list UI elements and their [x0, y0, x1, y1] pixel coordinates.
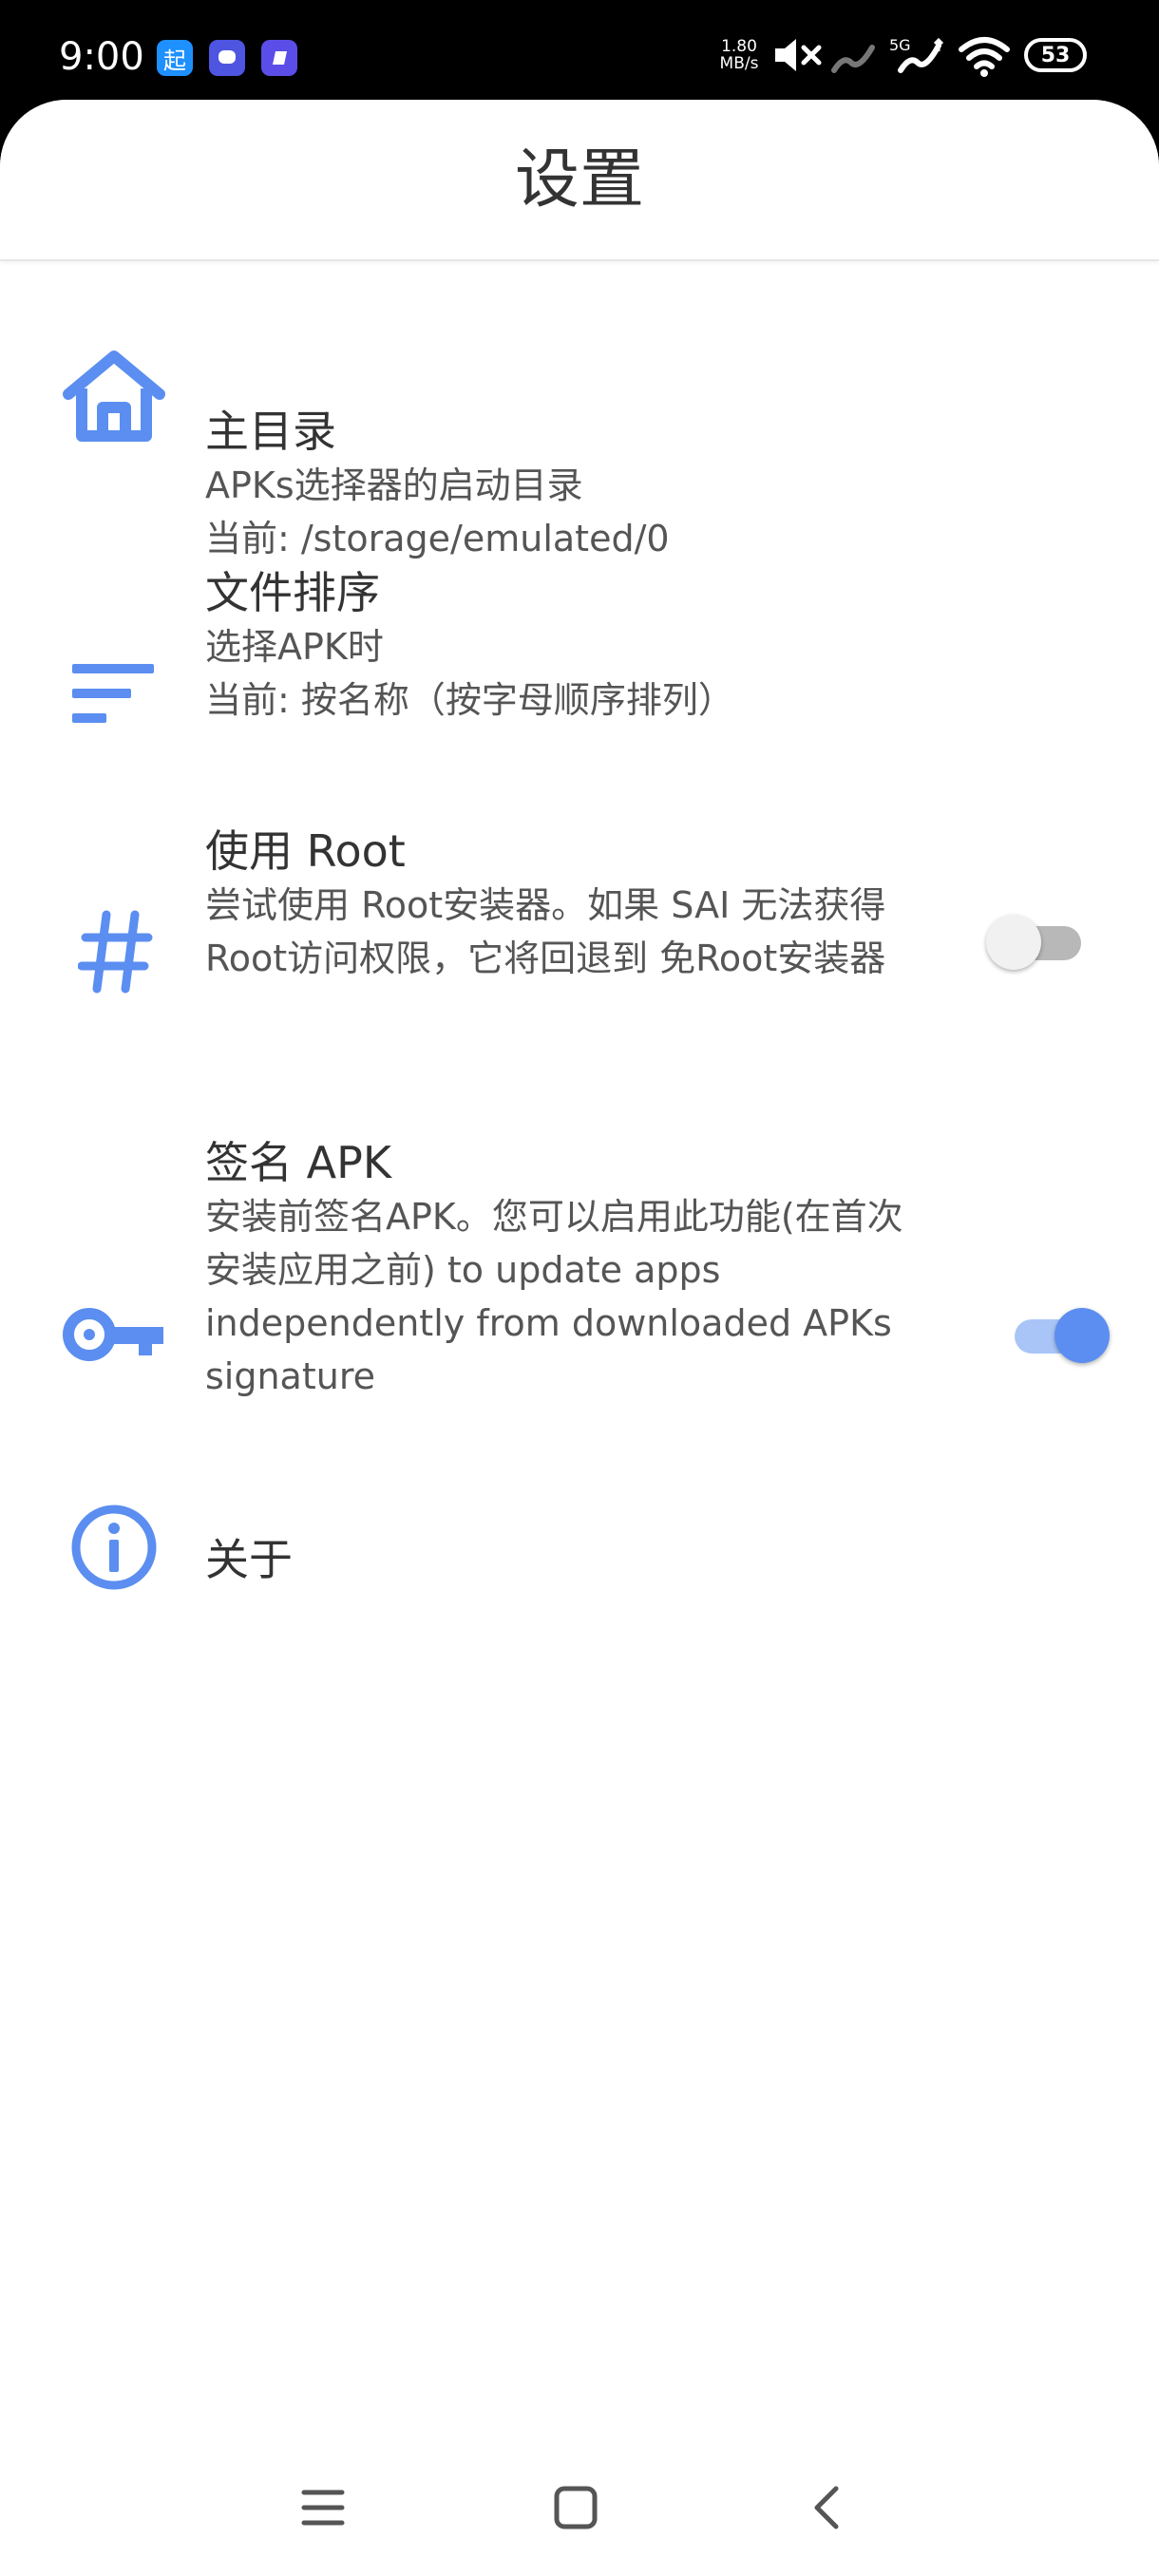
- app-bar: 设置: [0, 100, 1159, 261]
- pref-file-sort-labels: 文件排序 选择APK时 当前: 按名称（按字母顺序排列）: [205, 565, 937, 727]
- sign-apk-switch[interactable]: [1005, 1300, 1110, 1367]
- signal-icon: [898, 37, 944, 73]
- pref-file-sort-summary: 选择APK时 当前: 按名称（按字母顺序排列）: [205, 626, 734, 721]
- status-time: 9:00: [59, 35, 144, 79]
- phone-screen: 9:00 起 1.80 MB/s 5G 53 设置 主目录 APKs选择器的启动…: [0, 0, 1159, 2576]
- pref-about-title: 关于: [205, 1534, 293, 1585]
- pref-sign-apk-labels: 签名 APK 安装前签名APK。您可以启用此功能(在首次安装应用之前) to u…: [205, 1135, 937, 1403]
- signal-weak-icon: [831, 45, 875, 73]
- pref-use-root-title: 使用 Root: [205, 825, 406, 877]
- notification-chat-icon: [209, 40, 245, 76]
- hash-icon: [78, 910, 153, 994]
- use-root-switch-thumb: [986, 915, 1041, 970]
- info-icon: [71, 1505, 157, 1590]
- pref-use-root-labels: 使用 Root 尝试使用 Root安装器。如果 SAI 无法获得 Root访问权…: [205, 824, 937, 985]
- pref-home-directory-labels: 主目录 APKs选择器的启动目录 当前: /storage/emulated/0: [205, 404, 937, 565]
- home-square-icon[interactable]: [547, 2479, 604, 2536]
- sign-apk-switch-thumb: [1054, 1308, 1110, 1363]
- mute-icon: [775, 39, 822, 71]
- menu-icon[interactable]: [294, 2479, 352, 2536]
- pref-sign-apk-summary: 安装前签名APK。您可以启用此功能(在首次安装应用之前) to update a…: [205, 1196, 903, 1397]
- status-bar: 9:00 起 1.80 MB/s 5G 53: [0, 0, 1159, 100]
- network-speed-unit: MB/s: [719, 54, 759, 73]
- network-speed-value: 1.80: [721, 37, 757, 56]
- navigation-bar: [0, 2432, 1159, 2576]
- notification-app-icon-label: 起: [163, 47, 186, 74]
- key-icon: [63, 1308, 163, 1361]
- home-icon: [63, 350, 165, 442]
- pref-use-root-summary: 尝试使用 Root安装器。如果 SAI 无法获得 Root访问权限，它将回退到 …: [205, 884, 886, 979]
- notification-message-icon: [261, 40, 297, 76]
- pref-file-sort-title: 文件排序: [205, 567, 380, 618]
- settings-screen: 设置 主目录 APKs选择器的启动目录 当前: /storage/emulate…: [0, 100, 1159, 2576]
- pref-sign-apk-title: 签名 APK: [205, 1137, 391, 1188]
- pref-about-labels: 关于: [205, 1532, 937, 1587]
- battery-indicator: 53: [1024, 38, 1087, 72]
- network-speed: 1.80 MB/s: [714, 38, 764, 72]
- use-root-switch[interactable]: [986, 907, 1091, 974]
- wifi-icon: [959, 37, 1010, 77]
- page-title: 设置: [514, 142, 644, 218]
- sort-icon: [72, 664, 154, 723]
- back-icon[interactable]: [800, 2479, 857, 2536]
- pref-home-directory-title: 主目录: [205, 406, 336, 457]
- notification-app-icon: 起: [157, 40, 193, 76]
